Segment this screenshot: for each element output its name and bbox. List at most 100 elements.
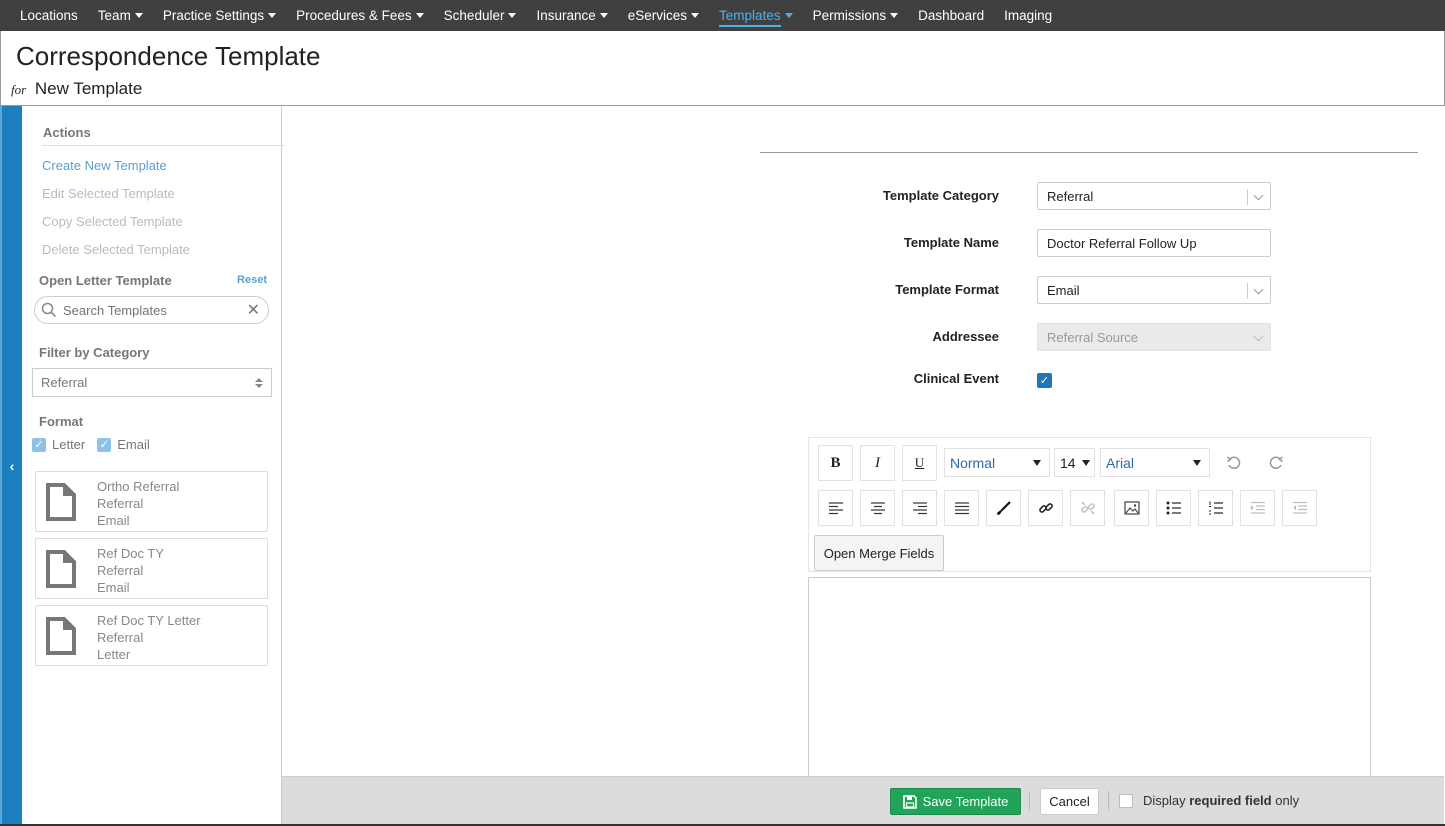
- link-button[interactable]: [1028, 490, 1063, 526]
- nav-item-practice-settings[interactable]: Practice Settings: [153, 0, 286, 31]
- page-title: Correspondence Template: [16, 41, 321, 71]
- template-name: Ortho Referral: [97, 479, 180, 494]
- numbered-list-button[interactable]: [1198, 490, 1233, 526]
- caret-down-icon: [268, 13, 277, 18]
- nav-item-templates[interactable]: Templates: [709, 0, 803, 31]
- cancel-button[interactable]: Cancel: [1040, 788, 1099, 815]
- underline-button[interactable]: U: [902, 445, 937, 481]
- indent-button[interactable]: [1240, 490, 1275, 526]
- create-new-template-link[interactable]: Create New Template: [42, 158, 167, 173]
- justify-button[interactable]: [944, 490, 979, 526]
- editor-content-area[interactable]: [808, 577, 1371, 777]
- font-size-value: 14: [1060, 454, 1076, 471]
- caret-down-icon: [691, 13, 700, 18]
- category-filter-value: Referral: [41, 375, 88, 390]
- nav-item-eservices[interactable]: eServices: [618, 0, 709, 31]
- italic-button[interactable]: I: [860, 445, 895, 481]
- unlink-icon: [1080, 501, 1095, 515]
- copy-selected-template-link[interactable]: Copy Selected Template: [42, 214, 183, 229]
- save-template-label: Save Template: [922, 794, 1009, 809]
- image-button[interactable]: [1114, 490, 1149, 526]
- nav-item-permissions[interactable]: Permissions: [803, 0, 909, 31]
- paragraph-style-select[interactable]: Normal: [944, 448, 1050, 477]
- edit-selected-template-link[interactable]: Edit Selected Template: [42, 186, 175, 201]
- addressee-value: Referral Source: [1047, 329, 1139, 345]
- template-category: Referral: [97, 563, 144, 578]
- category-filter-select[interactable]: Referral: [32, 368, 272, 397]
- nav-item-dashboard[interactable]: Dashboard: [908, 0, 994, 31]
- nav-item-scheduler[interactable]: Scheduler: [434, 0, 527, 31]
- template-category-select[interactable]: Referral: [1037, 182, 1271, 210]
- template-name: Ref Doc TY: [97, 546, 164, 561]
- clinical-event-checkbox[interactable]: ✓: [1037, 373, 1052, 388]
- template-card[interactable]: Ortho Referral Referral Email: [35, 471, 268, 532]
- form-divider: [760, 152, 1418, 153]
- nav-item-locations[interactable]: Locations: [10, 0, 88, 31]
- sort-arrows-icon: [255, 377, 263, 388]
- bulleted-list-button[interactable]: [1156, 490, 1191, 526]
- document-icon: [46, 483, 76, 521]
- chevron-left-icon: ‹: [9, 458, 15, 474]
- brush-button[interactable]: [986, 490, 1021, 526]
- page-header: Correspondence Template for New Template: [0, 31, 1445, 106]
- template-subtitle: New Template: [34, 79, 143, 98]
- font-size-select[interactable]: 14: [1054, 448, 1095, 477]
- font-family-select[interactable]: Arial: [1100, 448, 1210, 477]
- document-icon: [46, 617, 76, 655]
- outdent-button[interactable]: [1282, 490, 1317, 526]
- nav-item-imaging[interactable]: Imaging: [994, 0, 1062, 31]
- sidebar-collapse-toggle[interactable]: ‹: [0, 106, 22, 826]
- chevron-down-icon: [1253, 190, 1264, 201]
- image-icon: [1123, 501, 1140, 515]
- brush-icon: [996, 501, 1011, 515]
- letter-label: Letter: [52, 437, 86, 452]
- align-left-button[interactable]: [818, 490, 853, 526]
- open-merge-fields-button[interactable]: Open Merge Fields: [814, 535, 944, 571]
- required-field-checkbox[interactable]: [1119, 794, 1133, 808]
- search-icon: [41, 302, 57, 318]
- unlink-button[interactable]: [1070, 490, 1105, 526]
- delete-selected-template-link[interactable]: Delete Selected Template: [42, 242, 190, 257]
- font-family-value: Arial: [1106, 454, 1135, 471]
- letter-checkbox[interactable]: ✓: [32, 437, 46, 452]
- bold-button[interactable]: B: [818, 445, 853, 481]
- chevron-down-icon: [1253, 331, 1264, 342]
- template-name-field: [1037, 229, 1271, 257]
- actions-divider: [42, 145, 285, 146]
- template-format-select[interactable]: Email: [1037, 276, 1271, 304]
- search-templates-input[interactable]: [63, 302, 247, 318]
- document-icon: [46, 550, 76, 588]
- template-name-input[interactable]: [1047, 235, 1270, 251]
- template-format-value: Email: [1047, 282, 1080, 298]
- template-card[interactable]: Ref Doc TY Referral Email: [35, 538, 268, 599]
- template-format: Email: [97, 580, 130, 595]
- redo-icon: [1269, 456, 1283, 469]
- template-category: Referral: [97, 630, 144, 645]
- actions-title: Actions: [43, 125, 91, 140]
- page-subtitle: for New Template: [11, 79, 142, 99]
- addressee-label: Addressee: [932, 329, 999, 344]
- redo-button[interactable]: [1258, 445, 1293, 481]
- template-format-label: Template Format: [895, 282, 999, 297]
- align-right-icon: [912, 502, 927, 515]
- footer-bar: Save Template Cancel Display required fi…: [282, 776, 1444, 824]
- format-title: Format: [39, 414, 84, 429]
- nav-item-procedures-fees[interactable]: Procedures & Fees: [286, 0, 434, 31]
- caret-down-icon: [890, 13, 899, 18]
- align-right-button[interactable]: [902, 490, 937, 526]
- template-card[interactable]: Ref Doc TY Letter Referral Letter: [35, 605, 268, 666]
- save-template-button[interactable]: Save Template: [890, 788, 1021, 815]
- nav-item-insurance[interactable]: Insurance: [526, 0, 617, 31]
- align-center-button[interactable]: [860, 490, 895, 526]
- template-name-label: Template Name: [903, 235, 999, 250]
- justify-icon: [954, 502, 969, 515]
- email-checkbox[interactable]: ✓: [97, 437, 112, 452]
- reset-link[interactable]: Reset: [237, 274, 267, 286]
- template-category-label: Template Category: [882, 188, 999, 203]
- filter-by-category-title: Filter by Category: [39, 345, 150, 360]
- outdent-icon: [1292, 501, 1307, 514]
- undo-icon: [1226, 456, 1240, 469]
- nav-item-team[interactable]: Team: [88, 0, 153, 31]
- clear-icon[interactable]: ✕: [247, 300, 260, 320]
- undo-button[interactable]: [1216, 445, 1251, 481]
